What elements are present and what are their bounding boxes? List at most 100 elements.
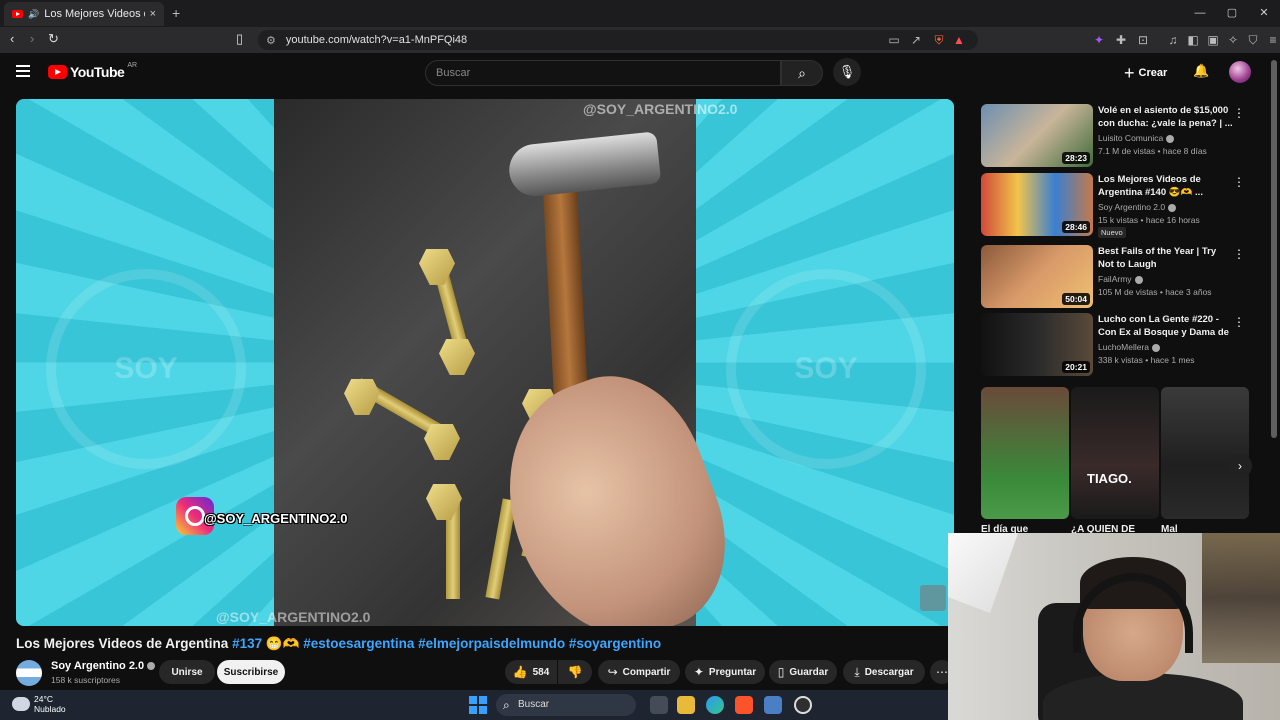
page-scrollbar[interactable] [1271,60,1277,438]
channel-avatar[interactable] [16,660,42,686]
youtube-logo[interactable]: YouTube AR [48,62,137,80]
side-watermark-left: SOY [46,269,246,469]
hamburger-menu-icon[interactable] [16,65,30,77]
rec-title[interactable]: Best Fails of the Year | Try Not to Laug… [1098,245,1233,271]
channel-name[interactable]: Soy Argentino 2.0 [51,660,156,672]
title-hashtags[interactable]: #estoesargentina #elmejorpaisdelmundo #s… [303,636,661,651]
cast-icon[interactable]: ▭ [885,30,903,50]
recommendation-item[interactable]: 50:04 Best Fails of the Year | Try Not t… [981,245,1251,309]
ask-button[interactable]: ✦ Preguntar [685,660,765,684]
recommendation-item[interactable]: 28:23 Volé en el asiento de $15,000 con … [981,104,1251,168]
join-button[interactable]: Unirse [159,660,215,684]
rec-thumbnail[interactable]: 20:21 [981,313,1093,376]
rec-duration: 28:46 [1062,221,1090,233]
rec-more-icon[interactable]: ⋮ [1233,106,1245,120]
rec-channel[interactable]: Luisito Comunica [1098,133,1175,143]
subscribe-button[interactable]: Suscribirse [217,660,285,684]
share-button[interactable]: ↪ Compartir [598,660,680,684]
browser-tab[interactable]: 🔊 Los Mejores Videos de Argen × [4,2,164,26]
recommendation-item[interactable]: 28:46 Los Mejores Videos de Argentina #1… [981,173,1251,238]
rec-title[interactable]: Los Mejores Videos de Argentina #140 😎🫶 … [1098,173,1233,199]
more-dots-icon: ⋯ [936,665,948,679]
rec-more-icon[interactable]: ⋮ [1233,247,1245,261]
short-item[interactable]: TIAGO. [1071,387,1159,519]
rec-channel[interactable]: Soy Argentino 2.0 [1098,202,1177,212]
maximize-button[interactable]: ▢ [1216,0,1248,27]
address-bar[interactable]: ⚙ youtube.com/watch?v=a1-MnPFQi48 [258,30,978,50]
recommendation-item[interactable]: 20:21 Lucho con La Gente #220 - Con Ex a… [981,313,1251,377]
tab-close-icon[interactable]: × [150,8,156,20]
wallet-icon[interactable]: ▣ [1204,30,1222,50]
close-window-button[interactable]: ✕ [1248,0,1280,27]
download-button[interactable]: ⤓ Descargar [843,660,925,684]
search-icon[interactable]: ⌕ [781,60,823,86]
edge-icon[interactable] [706,696,724,714]
menu-icon[interactable]: ≡ [1264,30,1280,50]
puzzle-icon[interactable]: ✚ [1112,30,1130,50]
leo-icon[interactable]: ✧ [1224,30,1242,50]
channel-watermark-icon[interactable] [920,585,946,611]
brave-shield-icon[interactable]: ⛨ [930,30,948,50]
sparkle-icon: ✦ [693,665,704,679]
short-item[interactable] [1161,387,1249,519]
music-icon[interactable]: ♫ [1164,30,1182,50]
cloud-icon[interactable] [12,697,30,711]
microphone-icon[interactable]: 🎙 [833,58,861,86]
site-settings-icon[interactable]: ⚙ [266,34,276,47]
dislike-button[interactable]: 👎 [558,660,592,684]
like-button[interactable]: 👍 584 [505,660,557,684]
rewards-icon[interactable]: ▲ [950,30,968,50]
rec-channel[interactable]: FailArmy [1098,274,1143,284]
save-button[interactable]: ▯ Guardar [769,660,837,684]
rec-title[interactable]: Volé en el asiento de $15,000 con ducha:… [1098,104,1233,130]
forward-icon[interactable]: › [30,31,34,46]
notifications-bell-icon[interactable]: 🔔 [1193,63,1209,79]
browser-tabbar: 🔊 Los Mejores Videos de Argen × + — ▢ ✕ [0,0,1280,27]
key-head [439,339,475,375]
taskbar-search[interactable]: Buscar [496,694,636,716]
plus-icon: + [1124,62,1135,83]
watermark-bottom: @SOY_ARGENTINO2.0 [216,609,371,625]
chevron-right-icon[interactable]: › [1228,454,1252,478]
rec-more-icon[interactable]: ⋮ [1233,315,1245,329]
webcam-overlay [948,533,1280,720]
rec-thumbnail[interactable]: 50:04 [981,245,1093,308]
obs-icon[interactable] [794,696,812,714]
save-label: Guardar [789,666,829,678]
extension-icon[interactable]: ✦ [1090,30,1108,50]
rec-more-icon[interactable]: ⋮ [1233,175,1245,189]
search-input[interactable]: Buscar [425,60,781,86]
screenshot-icon[interactable]: ⊡ [1134,30,1152,50]
file-explorer-icon[interactable] [677,696,695,714]
share-url-icon[interactable]: ↗ [907,30,925,50]
task-view-icon[interactable] [650,696,668,714]
video-player[interactable]: SOY SOY @SOY_ARGENTINO2.0 @SOY_ARGENTINO… [16,99,954,626]
rec-channel[interactable]: LuchoMellera [1098,342,1161,352]
account-avatar[interactable] [1229,61,1251,83]
new-tab-button[interactable]: + [172,5,180,21]
create-button[interactable]: + Crear [1124,62,1167,84]
title-hashtag-number[interactable]: #137 [232,636,262,651]
sidebar-icon[interactable]: ◧ [1184,30,1202,50]
short-item[interactable] [981,387,1069,519]
speaker-icon[interactable]: 🔊 [28,9,39,20]
rec-meta: 7.1 M de vistas • hace 8 días [1098,146,1207,156]
windows-start-icon[interactable] [469,696,487,714]
rec-thumbnail[interactable]: 28:46 [981,173,1093,236]
rec-thumbnail[interactable]: 28:23 [981,104,1093,167]
rec-title[interactable]: Lucho con La Gente #220 - Con Ex al Bosq… [1098,313,1233,339]
download-label: Descargar [864,666,914,678]
vpn-icon[interactable]: ⛉ [1244,30,1262,50]
lamp [948,533,1018,613]
brave-browser-icon[interactable] [735,696,753,714]
youtube-favicon-icon [12,10,23,18]
photos-icon[interactable] [764,696,782,714]
windows-taskbar: 24°C Nublado Buscar [0,690,948,720]
rec-duration: 20:21 [1062,361,1090,373]
weather-condition: Nublado [34,704,66,714]
back-icon[interactable]: ‹ [10,31,14,46]
minimize-button[interactable]: — [1184,0,1216,27]
reload-icon[interactable]: ↻ [48,31,59,47]
bookmark-icon[interactable]: ▯ [236,31,243,47]
weather-widget[interactable]: 24°C Nublado [34,694,66,714]
